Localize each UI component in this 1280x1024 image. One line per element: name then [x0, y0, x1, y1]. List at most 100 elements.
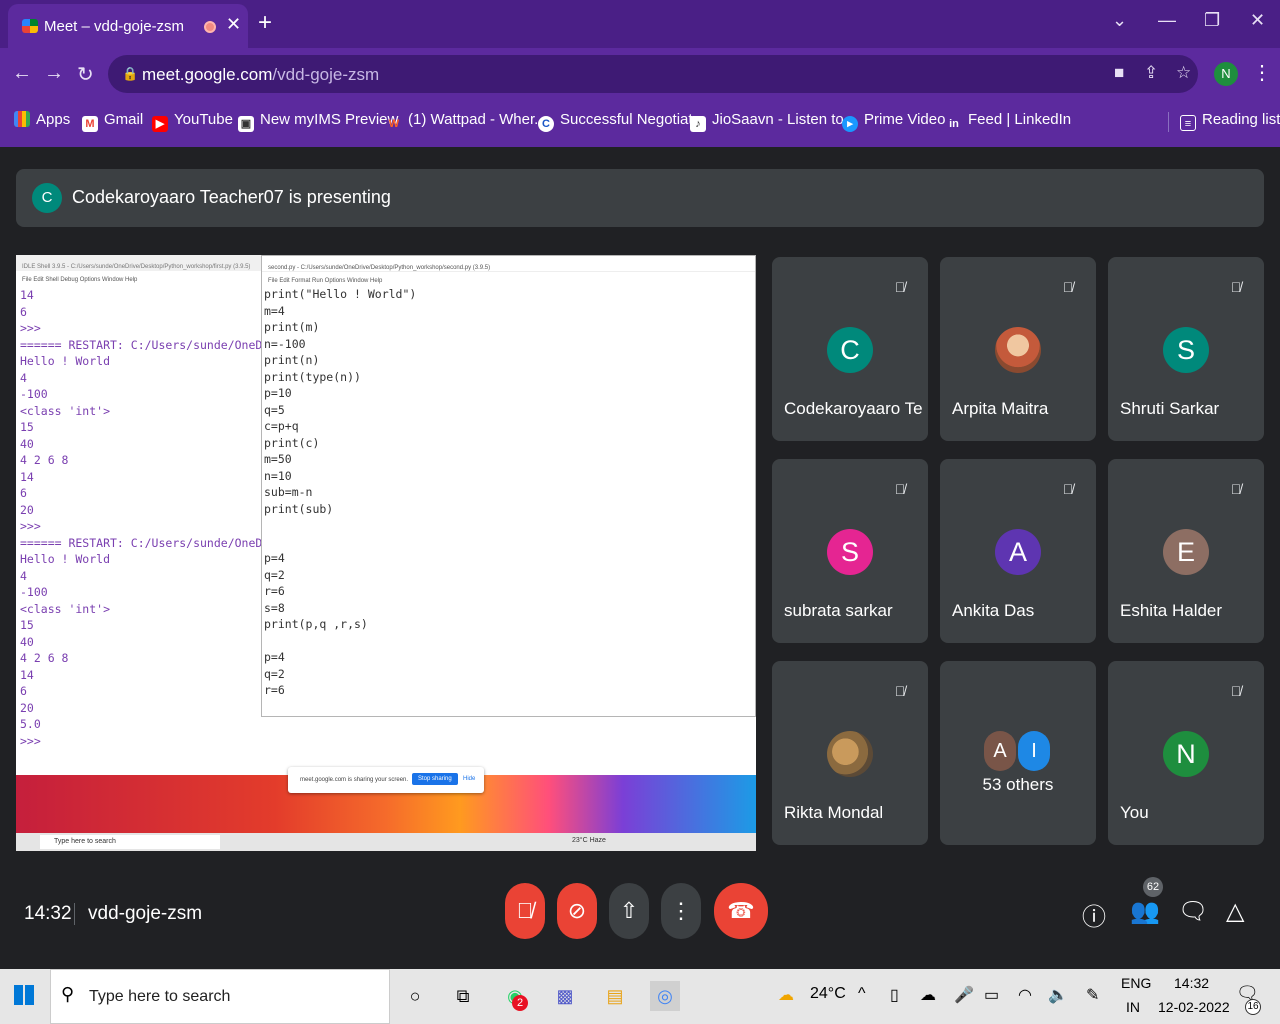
minimize-button[interactable]: —	[1158, 10, 1176, 31]
taskbar-time[interactable]: 14:32	[1174, 975, 1209, 991]
cortana-icon[interactable]: ○	[400, 981, 430, 1011]
shared-weather: 23°C Haze	[572, 837, 606, 844]
meeting-details-icon[interactable]: ⓘ	[1082, 897, 1106, 932]
search-icon: ⚲	[61, 984, 75, 1004]
bookmark-linkedin[interactable]: in Feed | LinkedIn	[946, 111, 1071, 132]
weather-temp[interactable]: 24°C	[810, 985, 846, 1003]
mic-off-icon: 🎙̸	[1062, 279, 1074, 295]
share-icon[interactable]: ⇪	[1144, 63, 1158, 83]
bookmark-label: Successful Negotiat...	[560, 111, 706, 128]
file-explorer-icon[interactable]: ▤	[600, 981, 630, 1011]
shell-output: 14 6 >>> ====== RESTART: C:/Users/sunde/…	[20, 288, 291, 748]
recording-indicator-icon	[204, 21, 216, 33]
reload-icon[interactable]: ↻	[77, 62, 94, 87]
reading-list-icon: ≡	[1180, 115, 1196, 131]
bookmark-label: New myIMS Preview	[260, 111, 399, 128]
myims-icon: ▣	[238, 116, 254, 132]
avatar: I	[1018, 731, 1050, 771]
coursera-icon: C	[538, 116, 554, 132]
bookmark-star-icon[interactable]: ☆	[1176, 63, 1191, 83]
tab-close-button[interactable]: ✕	[226, 14, 241, 35]
new-tab-button[interactable]: +	[258, 9, 272, 37]
participant-tile[interactable]: 🎙̸ E Eshita Halder	[1108, 459, 1264, 643]
profile-avatar[interactable]: N	[1214, 62, 1238, 86]
participant-tile[interactable]: 🎙̸ A Ankita Das	[940, 459, 1096, 643]
taskbar-search[interactable]: ⚲ Type here to search	[50, 969, 390, 1024]
idle-editor-window: second.py - C:/Users/sunde/OneDrive/Desk…	[261, 255, 756, 717]
volume-icon[interactable]: 🔈	[1048, 985, 1068, 1005]
bookmark-jiosaavn[interactable]: ♪ JioSaavn - Listen to...	[690, 111, 856, 132]
show-hidden-icons-icon[interactable]: ^	[858, 985, 866, 1003]
linkedin-icon: in	[949, 118, 959, 130]
participant-tile[interactable]: 🎙̸ S Shruti Sarkar	[1108, 257, 1264, 441]
mic-off-icon: 🎙̸	[894, 481, 906, 497]
editor-code: print("Hello ! World") m=4 print(m) n=-1…	[264, 287, 417, 697]
battery-icon[interactable]: ▭	[984, 985, 999, 1005]
participant-tile[interactable]: 🎙̸ Rikta Mondal	[772, 661, 928, 845]
more-options-button[interactable]: ⋮	[661, 883, 701, 939]
avatar-photo	[995, 327, 1041, 373]
participant-tile[interactable]: 🎙̸ C Codekaroyaaro Te...	[772, 257, 928, 441]
idle-shell-window: IDLE Shell 3.9.5 - C:/Users/sunde/OneDri…	[16, 255, 291, 775]
region-indicator: IN	[1126, 999, 1140, 1015]
bookmark-wattpad[interactable]: W (1) Wattpad - Wher...	[386, 111, 547, 132]
window-close-button[interactable]: ✕	[1250, 10, 1265, 31]
url-path: /vdd-goje-zsm	[272, 65, 380, 84]
self-tile[interactable]: 🎙̸ N You	[1108, 661, 1264, 845]
bookmark-apps[interactable]: Apps	[14, 111, 70, 128]
mic-off-icon: 🎙̸	[1230, 279, 1242, 295]
pen-icon[interactable]: ✎	[1086, 985, 1099, 1005]
participant-tile[interactable]: 🎙̸ Arpita Maitra	[940, 257, 1096, 441]
camera-toggle-button[interactable]: ⊘	[557, 883, 597, 939]
mic-off-icon: 🎙̸	[1230, 481, 1242, 497]
avatar: E	[1163, 529, 1209, 575]
avatar: A	[984, 731, 1016, 771]
mic-toggle-button[interactable]: 🎙̸	[505, 883, 545, 939]
tab-title: Meet – vdd-goje-zsm	[44, 18, 185, 35]
windows-start-icon[interactable]	[14, 985, 34, 1005]
restore-button[interactable]: ❐	[1204, 10, 1220, 31]
bookmark-youtube[interactable]: ▶ YouTube	[152, 111, 233, 132]
chat-icon[interactable]: 🗨	[1178, 897, 1208, 926]
back-arrow-icon[interactable]: ←	[12, 62, 32, 85]
meeting-clock: 14:32	[24, 903, 72, 924]
people-icon[interactable]: 👥	[1130, 897, 1160, 926]
search-placeholder: Type here to search	[89, 988, 231, 1005]
language-indicator[interactable]: ENG	[1121, 975, 1151, 991]
participant-name: Shruti Sarkar	[1120, 399, 1220, 418]
task-view-icon[interactable]: ⧉	[448, 981, 478, 1011]
url-field[interactable]: 🔒 meet.google.com/vdd-goje-zsm ■ ⇪ ☆	[108, 55, 1198, 93]
mic-off-icon: 🎙̸	[894, 683, 906, 699]
wattpad-icon: W	[388, 118, 400, 130]
chrome-icon[interactable]: ◎	[650, 981, 680, 1011]
browser-chrome: Meet – vdd-goje-zsm ✕ + ⌄ — ❐ ✕ ← → ↻ 🔒 …	[0, 0, 1280, 147]
tab-search-chevron-icon[interactable]: ⌄	[1112, 10, 1127, 31]
browser-menu-icon[interactable]: ⋮	[1252, 60, 1272, 85]
wifi-icon[interactable]: ◠	[1018, 985, 1032, 1005]
activities-icon[interactable]: △	[1226, 897, 1244, 926]
avatar: N	[1163, 731, 1209, 777]
microphone-icon[interactable]: 🎤	[954, 985, 974, 1005]
bookmarks-divider	[1168, 112, 1169, 132]
bookmark-gmail[interactable]: M Gmail	[82, 111, 143, 132]
bookmark-myims[interactable]: ▣ New myIMS Preview	[238, 111, 398, 132]
onedrive-icon[interactable]: ☁	[920, 985, 936, 1005]
tab-strip: Meet – vdd-goje-zsm ✕ + ⌄ — ❐ ✕	[0, 0, 1280, 48]
presentation-screen[interactable]: IDLE Shell 3.9.5 - C:/Users/sunde/OneDri…	[16, 255, 756, 851]
tray-device-icon[interactable]: ▯	[890, 985, 899, 1005]
reading-list[interactable]: ≡ Reading list	[1180, 111, 1280, 131]
end-call-button[interactable]: ☎	[714, 883, 768, 939]
bookmark-negotiation[interactable]: C Successful Negotiat...	[538, 111, 705, 132]
bookmarks-bar: Apps M Gmail ▶ YouTube ▣ New myIMS Preview …	[0, 102, 1280, 142]
notification-count: 16	[1245, 999, 1261, 1015]
camera-in-use-icon[interactable]: ■	[1114, 63, 1124, 83]
tab-meet[interactable]: Meet – vdd-goje-zsm ✕	[8, 4, 248, 48]
mic-off-icon: 🎙̸	[1062, 481, 1074, 497]
forward-arrow-icon[interactable]: →	[44, 62, 64, 85]
participant-tile[interactable]: 🎙̸ S subrata sarkar	[772, 459, 928, 643]
teams-icon[interactable]: ▩	[550, 981, 580, 1011]
present-screen-button[interactable]: ⇧	[609, 883, 649, 939]
others-tile[interactable]: A I 53 others	[940, 661, 1096, 845]
editor-titlebar: second.py - C:/Users/sunde/OneDrive/Desk…	[262, 256, 755, 272]
bookmark-prime-video[interactable]: ▸ Prime Video	[842, 111, 945, 132]
